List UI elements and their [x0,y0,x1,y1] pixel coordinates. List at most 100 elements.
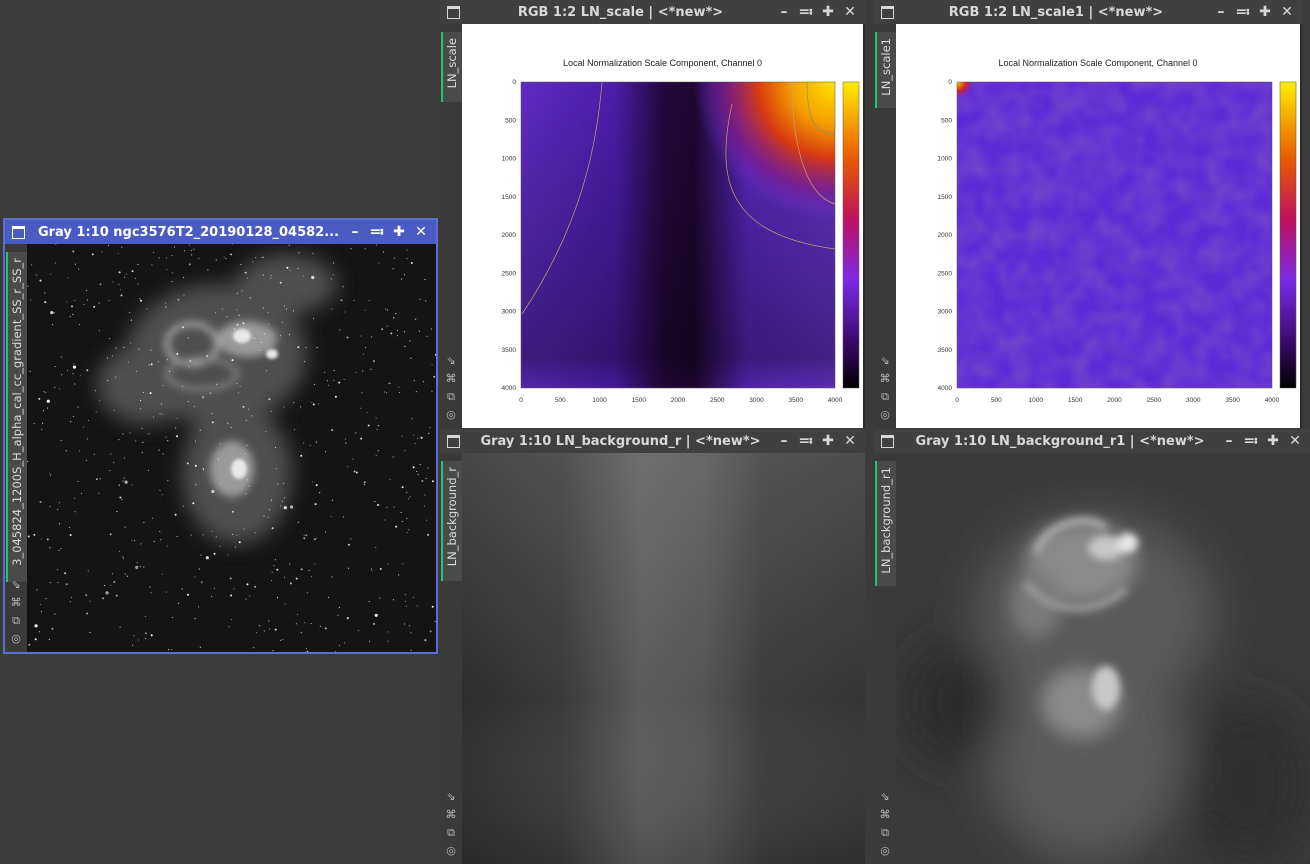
star [139,407,141,409]
crosshair-icon[interactable]: ⌘ [446,808,457,822]
close-icon[interactable]: ✕ [1288,434,1302,448]
star [171,649,173,651]
star [398,386,400,388]
star [139,399,142,401]
target-icon[interactable]: ◎ [446,408,456,422]
star [404,345,406,347]
star [27,535,30,538]
minimize-icon[interactable]: ≕ [1244,434,1259,448]
star [393,257,395,259]
star [236,323,239,326]
star [71,305,73,308]
star [402,563,404,565]
star [353,299,355,302]
star [406,532,408,534]
view-id-tab[interactable]: LN_background_r1 [875,461,897,586]
minimize-icon[interactable]: ≕ [370,225,385,239]
clone-icon[interactable]: ⧉ [447,826,455,840]
image-canvas[interactable] [27,244,436,652]
minimize-icon[interactable]: ≕ [799,434,814,448]
close-icon[interactable]: ✕ [843,5,857,19]
plot-canvas[interactable]: Local Normalization Scale Component, Cha… [896,24,1300,428]
minimize-icon[interactable]: ≕ [1236,5,1251,19]
link-arrow-icon[interactable]: ⇘ [446,354,455,368]
window-title: Gray 1:10 LN_background_r | <*new*> [480,433,761,449]
clone-icon[interactable]: ⧉ [12,614,20,628]
star [364,248,366,250]
star [417,437,419,439]
main-image-window[interactable]: Gray 1:10 ngc3576T2_20190128_04582... – … [3,218,438,654]
y-tick-label: 3500 [502,347,517,354]
image-canvas[interactable] [462,453,865,864]
crosshair-icon[interactable]: ⌘ [880,808,891,822]
view-id-tab[interactable]: 3_045824_1200S_H_alpha_cal_cc_gradient_S… [6,252,28,582]
ln-background-r-window[interactable]: Gray 1:10 LN_background_r | <*new*> – ≕ … [440,429,865,864]
window-titlebar[interactable]: RGB 1:2 LN_scale | <*new*> – ≕ ✚ ✕ [440,0,865,24]
star [53,312,55,314]
clone-icon[interactable]: ⧉ [881,826,889,840]
maximize-icon[interactable]: ✚ [1258,5,1272,19]
star [46,407,49,409]
window-titlebar[interactable]: Gray 1:10 LN_background_r1 | <*new*> – ≕… [874,429,1310,453]
star [211,530,213,532]
window-titlebar[interactable]: Gray 1:10 LN_background_r | <*new*> – ≕ … [440,429,865,453]
shade-icon[interactable]: – [1222,434,1236,448]
star [310,622,312,625]
view-id-tab[interactable]: LN_scale [441,32,463,102]
target-icon[interactable]: ◎ [880,408,890,422]
window-icon[interactable] [881,5,894,19]
window-title: Gray 1:10 ngc3576T2_20190128_04582... [37,224,340,240]
maximize-icon[interactable]: ✚ [392,225,406,239]
close-icon[interactable]: ✕ [843,434,857,448]
close-icon[interactable]: ✕ [414,225,428,239]
star [375,455,377,457]
shade-icon[interactable]: – [348,225,362,239]
star [229,577,232,580]
target-icon[interactable]: ◎ [446,844,456,858]
window-titlebar[interactable]: Gray 1:10 ngc3576T2_20190128_04582... – … [5,220,436,244]
star [121,498,123,500]
image-canvas[interactable] [896,453,1310,864]
star [146,308,148,310]
window-icon[interactable] [881,434,894,448]
clone-icon[interactable]: ⧉ [447,390,455,404]
ln-scale1-window[interactable]: RGB 1:2 LN_scale1 | <*new*> – ≕ ✚ ✕ LN_s… [874,0,1302,428]
view-sidebar: LN_scale1 ⇘ ⌘ ⧉ ◎ [874,24,897,428]
shade-icon[interactable]: – [777,5,791,19]
clone-icon[interactable]: ⧉ [881,390,889,404]
link-arrow-icon[interactable]: ⇘ [880,790,889,804]
close-icon[interactable]: ✕ [1280,5,1294,19]
star [401,278,403,280]
ln-background-r1-window[interactable]: Gray 1:10 LN_background_r1 | <*new*> – ≕… [874,429,1310,864]
star [274,559,276,561]
target-icon[interactable]: ◎ [880,844,890,858]
ln-scale-window[interactable]: RGB 1:2 LN_scale | <*new*> – ≕ ✚ ✕ LN_sc… [440,0,865,428]
link-arrow-icon[interactable]: ⇘ [446,790,455,804]
window-titlebar[interactable]: RGB 1:2 LN_scale1 | <*new*> – ≕ ✚ ✕ [874,0,1302,24]
maximize-icon[interactable]: ✚ [821,5,835,19]
plot-canvas[interactable]: Local Normalization Scale Component, Cha… [462,24,863,428]
crosshair-icon[interactable]: ⌘ [446,372,457,386]
minimize-icon[interactable]: ≕ [799,5,814,19]
y-tick-label: 2000 [502,232,517,239]
star [129,432,131,434]
window-icon[interactable] [447,434,460,448]
maximize-icon[interactable]: ✚ [1266,434,1280,448]
link-arrow-icon[interactable]: ⇘ [880,354,889,368]
window-icon[interactable] [12,225,25,239]
maximize-icon[interactable]: ✚ [821,434,835,448]
shade-icon[interactable]: – [1214,5,1228,19]
view-id-tab[interactable]: LN_background_r [441,461,463,581]
view-id-tab[interactable]: LN_scale1 [875,32,897,108]
shade-icon[interactable]: – [777,434,791,448]
star [430,328,433,330]
x-tick-label: 3000 [749,397,764,404]
star [108,244,110,246]
crosshair-icon[interactable]: ⌘ [11,596,22,610]
crosshair-icon[interactable]: ⌘ [880,372,891,386]
target-icon[interactable]: ◎ [11,632,21,646]
window-icon[interactable] [447,5,460,19]
star [70,596,73,598]
star [253,337,255,339]
link-arrow-icon[interactable]: ⇘ [11,578,20,592]
